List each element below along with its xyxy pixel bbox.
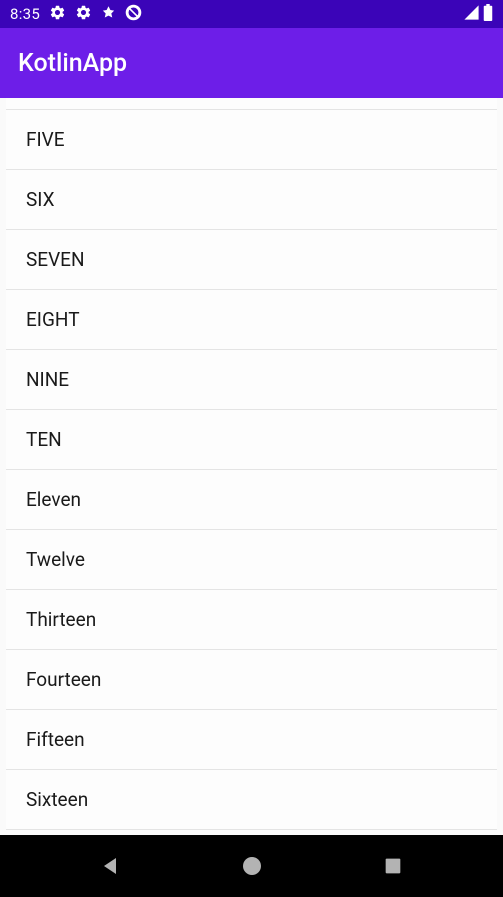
list-item[interactable]: Fourteen: [6, 650, 497, 710]
list-item[interactable]: Sixteen: [6, 770, 497, 830]
list-item-label: NINE: [26, 368, 69, 391]
status-time: 8:35: [10, 5, 40, 23]
list-item-label: Eleven: [26, 488, 81, 511]
list-item-label: Sixteen: [26, 788, 88, 811]
signal-icon: [463, 4, 480, 25]
home-button[interactable]: [238, 852, 266, 880]
status-bar: 8:35: [0, 0, 503, 28]
battery-icon: [483, 4, 493, 25]
status-right: [463, 4, 493, 25]
list-item-label: Thirteen: [26, 608, 96, 631]
list-item[interactable]: FIVE: [6, 110, 497, 170]
app-bar: KotlinApp: [0, 28, 503, 98]
back-button[interactable]: [97, 852, 125, 880]
navigation-bar: [0, 835, 503, 897]
list-item[interactable]: Twelve: [6, 530, 497, 590]
list-item[interactable]: Eleven: [6, 470, 497, 530]
list-item-label: SIX: [26, 188, 55, 211]
list-item[interactable]: EIGHT: [6, 290, 497, 350]
list-item-partial: [6, 98, 497, 110]
list-item-label: Fifteen: [26, 728, 85, 751]
sync-off-icon: [125, 4, 142, 25]
list-item-label: FIVE: [26, 128, 65, 151]
list-item-label: TEN: [26, 428, 62, 451]
status-left: 8:35: [10, 4, 142, 25]
list-item[interactable]: Fifteen: [6, 710, 497, 770]
recent-apps-button[interactable]: [379, 852, 407, 880]
gear-icon-2: [75, 4, 92, 25]
list-container[interactable]: FIVE SIX SEVEN EIGHT NINE TEN Eleven Twe…: [0, 98, 503, 835]
list-item-label: EIGHT: [26, 308, 80, 331]
list-item-label: SEVEN: [26, 248, 85, 271]
list-item[interactable]: SIX: [6, 170, 497, 230]
debug-icon: [101, 5, 116, 24]
list-item-label: Fourteen: [26, 668, 101, 691]
list-item[interactable]: Thirteen: [6, 590, 497, 650]
list-item[interactable]: NINE: [6, 350, 497, 410]
gear-icon: [49, 4, 66, 25]
list-item-label: Twelve: [26, 548, 85, 571]
list-item[interactable]: SEVEN: [6, 230, 497, 290]
list-item[interactable]: TEN: [6, 410, 497, 470]
app-title: KotlinApp: [18, 49, 127, 78]
